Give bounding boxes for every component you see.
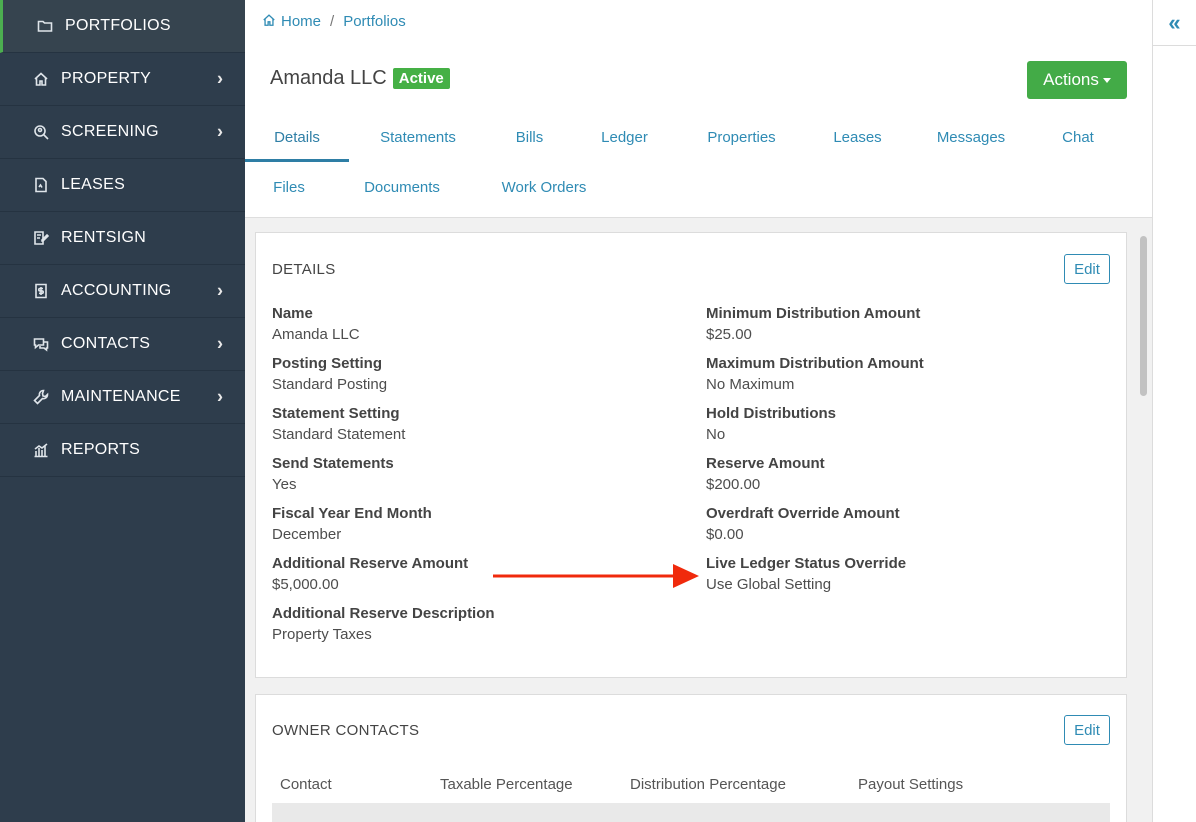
sidebar-item-label: PROPERTY	[61, 70, 152, 87]
field-reserve-amount: Reserve Amount $200.00	[706, 455, 825, 493]
tab-files[interactable]: Files	[245, 162, 333, 212]
tab-leases[interactable]: Leases	[806, 112, 909, 162]
owner-contacts-card: OWNER CONTACTS Edit Contact Taxable Perc…	[255, 694, 1127, 822]
field-additional-reserve-description: Additional Reserve Description Property …	[272, 605, 495, 643]
home-icon	[262, 13, 281, 30]
caret-down-icon	[1102, 77, 1111, 83]
column-header-distribution-percentage[interactable]: Distribution Percentage	[630, 776, 786, 793]
folder-icon	[36, 17, 54, 35]
sidebar-item-label: LEASES	[61, 176, 126, 193]
chevron-right-icon: ›	[217, 333, 223, 354]
breadcrumb-separator: /	[330, 13, 335, 30]
owner-contacts-table-header: Contact Taxable Percentage Distribution …	[272, 765, 1110, 803]
tab-properties[interactable]: Properties	[677, 112, 806, 162]
sidebar-item-screening[interactable]: SCREENING ›	[0, 106, 245, 159]
column-header-payout-settings[interactable]: Payout Settings	[858, 776, 963, 793]
details-edit-button[interactable]: Edit	[1064, 254, 1110, 284]
sidebar-item-leases[interactable]: LEASES	[0, 159, 245, 212]
vertical-scrollbar[interactable]	[1140, 236, 1147, 396]
sidebar-item-label: REPORTS	[61, 441, 141, 458]
field-statement-setting: Statement Setting Standard Statement	[272, 405, 406, 443]
double-chevron-left-icon: «	[1168, 9, 1181, 35]
column-header-contact[interactable]: Contact	[280, 776, 332, 793]
actions-dropdown-button[interactable]: Actions	[1027, 61, 1127, 99]
field-overdraft-override-amount: Overdraft Override Amount $0.00	[706, 505, 900, 543]
chevron-right-icon: ›	[217, 280, 223, 301]
collapse-panel-button[interactable]: «	[1153, 0, 1196, 46]
chevron-right-icon: ›	[217, 386, 223, 407]
tab-details[interactable]: Details	[245, 112, 349, 162]
tab-documents[interactable]: Documents	[333, 162, 471, 212]
document-icon	[32, 176, 50, 194]
field-fiscal-year-end-month: Fiscal Year End Month December	[272, 505, 432, 543]
portfolio-name: Amanda LLC	[270, 67, 387, 89]
sidebar-item-portfolios[interactable]: PORTFOLIOS	[0, 0, 245, 53]
sidebar-item-property[interactable]: PROPERTY ›	[0, 53, 245, 106]
breadcrumb-home-link[interactable]: Home	[281, 13, 321, 30]
tab-ledger[interactable]: Ledger	[572, 112, 677, 162]
bar-chart-icon	[32, 441, 50, 459]
sidebar-item-accounting[interactable]: ACCOUNTING ›	[0, 265, 245, 318]
field-send-statements: Send Statements Yes	[272, 455, 394, 493]
field-additional-reserve-amount: Additional Reserve Amount $5,000.00	[272, 555, 469, 593]
sign-icon	[32, 229, 50, 247]
field-minimum-distribution-amount: Minimum Distribution Amount $25.00	[706, 305, 921, 343]
sidebar-item-contacts[interactable]: CONTACTS ›	[0, 318, 245, 371]
tab-statements[interactable]: Statements	[349, 112, 487, 162]
column-header-taxable-percentage[interactable]: Taxable Percentage	[440, 776, 573, 793]
dollar-document-icon	[32, 282, 50, 300]
sidebar: PORTFOLIOS PROPERTY › SCREENING › LEASES…	[0, 0, 245, 822]
annotation-arrow	[493, 564, 699, 588]
actions-label: Actions	[1043, 70, 1099, 89]
details-title: DETAILS	[272, 261, 336, 278]
sidebar-item-label: MAINTENANCE	[61, 388, 181, 405]
sidebar-item-rentsign[interactable]: RENTSIGN	[0, 212, 245, 265]
page-title: Amanda LLC Active	[270, 67, 450, 90]
chevron-right-icon: ›	[217, 68, 223, 89]
home-icon	[32, 70, 50, 88]
owner-contacts-title: OWNER CONTACTS	[272, 722, 420, 739]
chevron-right-icon: ›	[217, 121, 223, 142]
sidebar-item-label: ACCOUNTING	[61, 282, 172, 299]
chat-icon	[32, 335, 50, 353]
owner-contacts-edit-button[interactable]: Edit	[1064, 715, 1110, 745]
main-content: Home / Portfolios Amanda LLC Active Acti…	[245, 0, 1152, 822]
details-card: DETAILS Edit Name Amanda LLC Posting Set…	[255, 232, 1127, 678]
sidebar-item-label: PORTFOLIOS	[65, 17, 171, 34]
status-badge: Active	[392, 68, 450, 89]
field-hold-distributions: Hold Distributions No	[706, 405, 836, 443]
sidebar-item-label: RENTSIGN	[61, 229, 147, 246]
page-header: Home / Portfolios Amanda LLC Active Acti…	[245, 0, 1152, 218]
field-name: Name Amanda LLC	[272, 305, 360, 343]
field-posting-setting: Posting Setting Standard Posting	[272, 355, 388, 393]
sidebar-item-label: CONTACTS	[61, 335, 151, 352]
field-maximum-distribution-amount: Maximum Distribution Amount No Maximum	[706, 355, 924, 393]
wrench-icon	[32, 388, 50, 406]
breadcrumb: Home / Portfolios	[262, 13, 406, 30]
sidebar-item-reports[interactable]: REPORTS	[0, 424, 245, 477]
breadcrumb-portfolios-link[interactable]: Portfolios	[343, 13, 406, 30]
sidebar-item-label: SCREENING	[61, 123, 159, 140]
field-live-ledger-status-override: Live Ledger Status Override Use Global S…	[706, 555, 907, 593]
tab-work-orders[interactable]: Work Orders	[471, 162, 617, 212]
tab-chat[interactable]: Chat	[1033, 112, 1123, 162]
tabs-row-2: Files Documents Work Orders	[245, 162, 617, 212]
tabs-row-1: Details Statements Bills Ledger Properti…	[245, 112, 1123, 162]
right-panel: «	[1152, 0, 1196, 822]
table-row[interactable]	[272, 803, 1110, 822]
tab-messages[interactable]: Messages	[909, 112, 1033, 162]
search-icon	[32, 123, 50, 141]
sidebar-item-maintenance[interactable]: MAINTENANCE ›	[0, 371, 245, 424]
tab-bills[interactable]: Bills	[487, 112, 572, 162]
